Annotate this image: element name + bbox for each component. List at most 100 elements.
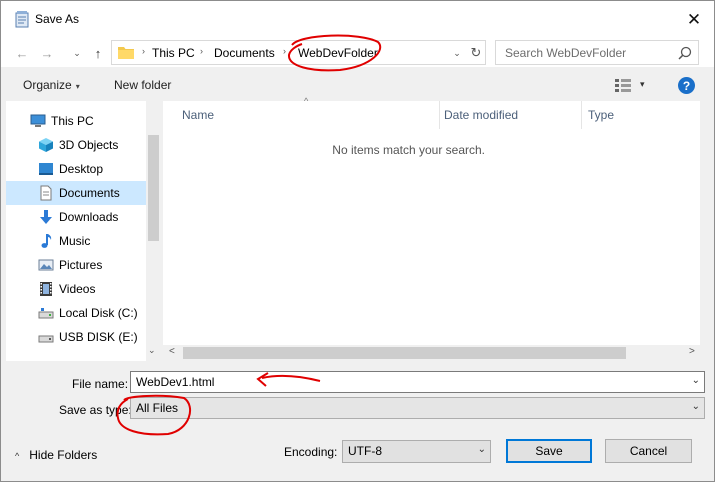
breadcrumb-this-pc[interactable]: This PC: [152, 46, 195, 60]
forward-button[interactable]: →: [38, 43, 56, 63]
scrollbar-thumb[interactable]: [148, 135, 159, 241]
breadcrumb-separator: ›: [200, 46, 203, 56]
window-title: Save As: [35, 12, 80, 26]
close-icon: ✕: [686, 10, 702, 29]
cube-icon: [39, 138, 53, 152]
file-name-value: WebDev1.html: [136, 375, 215, 389]
column-header-label: Name: [182, 108, 215, 122]
sidebar-item-documents[interactable]: Documents: [6, 181, 146, 205]
scroll-right-icon[interactable]: >: [689, 346, 695, 357]
column-header-date-modified[interactable]: Date modified: [439, 101, 581, 129]
sidebar-item-label: Pictures: [59, 258, 103, 272]
up-button[interactable]: ↑: [89, 43, 107, 63]
folder-icon: [118, 47, 134, 59]
chevron-down-icon: ⌄: [453, 47, 461, 58]
sidebar-item-label: Documents: [59, 186, 120, 200]
scrollbar-thumb[interactable]: [183, 347, 626, 359]
hide-folders-button[interactable]: ^ Hide Folders: [15, 448, 97, 462]
search-placeholder: Search WebDevFolder: [505, 46, 627, 60]
encoding-label: Encoding:: [284, 445, 338, 459]
organize-button[interactable]: Organize ▾: [23, 78, 80, 92]
horizontal-scrollbar[interactable]: < >: [163, 345, 700, 361]
organize-label: Organize: [23, 78, 72, 92]
sidebar-item-label: This PC: [51, 114, 94, 128]
sidebar-item-label: USB DISK (E:): [59, 330, 138, 344]
navigation-bar: ← → ⌄ ↑ › This PC › Documents › WebDevFo…: [1, 39, 714, 67]
new-folder-button[interactable]: New folder: [114, 78, 171, 92]
chevron-down-icon: ⌄: [73, 47, 81, 58]
column-header-type[interactable]: Type: [581, 101, 700, 129]
sidebar-item-label: Music: [59, 234, 91, 248]
computer-icon: [30, 114, 46, 127]
sidebar-item-usb-disk[interactable]: USB DISK (E:): [6, 325, 146, 349]
breadcrumb-separator: ›: [142, 46, 145, 56]
column-header-name[interactable]: Name ^: [163, 96, 439, 129]
sidebar-item-pictures[interactable]: Pictures: [6, 253, 146, 277]
navigation-scrollbar[interactable]: ⌄: [146, 101, 161, 361]
help-icon[interactable]: ?: [678, 77, 695, 94]
download-icon: [40, 210, 52, 224]
vertical-scrollbar[interactable]: [700, 101, 714, 361]
sidebar-item-downloads[interactable]: Downloads: [6, 205, 146, 229]
save-as-type-select[interactable]: All Files ⌄: [130, 397, 705, 419]
forward-arrow-icon: →: [40, 45, 54, 61]
encoding-value: UTF-8: [348, 444, 382, 458]
chevron-up-icon: ^: [15, 451, 20, 461]
cancel-button[interactable]: Cancel: [605, 439, 692, 463]
view-options-icon[interactable]: [615, 79, 631, 93]
hide-folders-label: Hide Folders: [29, 448, 98, 462]
save-as-type-label: Save as type:: [59, 403, 132, 417]
empty-state-message: No items match your search.: [332, 143, 485, 157]
sidebar-item-label: Downloads: [59, 210, 119, 224]
scroll-left-icon[interactable]: <: [169, 346, 175, 357]
usb-drive-icon: [38, 335, 54, 343]
view-dropdown-icon[interactable]: ▾: [640, 79, 645, 90]
refresh-icon: ↻: [470, 45, 482, 60]
sidebar-item-videos[interactable]: Videos: [6, 277, 146, 301]
sidebar-item-local-disk[interactable]: Local Disk (C:): [6, 301, 146, 325]
document-icon: [40, 185, 52, 201]
close-button[interactable]: ✕: [677, 6, 711, 34]
drive-icon: [38, 308, 54, 319]
sort-ascending-icon: ^: [304, 96, 309, 106]
encoding-select[interactable]: UTF-8 ⌄: [342, 440, 491, 463]
command-bar: Organize ▾ New folder ▾ ?: [1, 69, 714, 101]
sidebar-item-3d-objects[interactable]: 3D Objects: [6, 133, 146, 157]
save-button[interactable]: Save: [506, 439, 592, 463]
back-button[interactable]: ←: [13, 43, 31, 63]
refresh-button[interactable]: ↻: [468, 44, 484, 62]
desktop-icon: [39, 163, 53, 175]
save-as-dialog: Save As ✕ ← → ⌄ ↑ › This PC › Documents …: [0, 0, 715, 482]
column-header-label: Date modified: [444, 108, 519, 122]
breadcrumb-separator: ›: [283, 46, 286, 56]
navigation-pane: This PC 3D Objects Desktop Documents Dow…: [6, 101, 161, 361]
breadcrumb-documents[interactable]: Documents: [214, 46, 275, 60]
recent-locations-button[interactable]: ⌄: [71, 43, 83, 63]
sidebar-item-label: 3D Objects: [59, 138, 119, 152]
address-bar[interactable]: › This PC › Documents › WebDevFolder ⌄ ↻: [111, 40, 486, 65]
scroll-down-icon[interactable]: ⌄: [148, 345, 156, 356]
notepad-icon: [15, 11, 29, 28]
title-bar: Save As ✕: [1, 1, 714, 39]
back-arrow-icon: ←: [15, 45, 29, 61]
address-dropdown-button[interactable]: ⌄: [450, 44, 464, 62]
chevron-down-icon: ⌄: [477, 444, 486, 455]
save-as-type-value: All Files: [136, 401, 179, 415]
sidebar-item-label: Desktop: [59, 162, 104, 176]
search-input[interactable]: Search WebDevFolder: [495, 40, 699, 65]
video-icon: [40, 282, 52, 296]
sidebar-item-desktop[interactable]: Desktop: [6, 157, 146, 181]
file-name-label: File name:: [72, 377, 129, 391]
sidebar-item-this-pc[interactable]: This PC: [6, 109, 146, 133]
sidebar-item-music[interactable]: Music: [6, 229, 146, 253]
music-icon: [41, 234, 52, 248]
breadcrumb-webdevfolder[interactable]: WebDevFolder: [298, 46, 378, 60]
sidebar-item-label: Videos: [59, 282, 96, 296]
picture-icon: [38, 259, 54, 271]
search-icon: [678, 46, 692, 60]
dialog-footer: ^ Hide Folders Encoding: UTF-8 ⌄ Save Can…: [1, 429, 714, 481]
file-list: Name ^ Date modified Type No items match…: [163, 96, 700, 345]
chevron-down-icon: ▾: [75, 82, 80, 91]
chevron-down-icon[interactable]: ⌄: [692, 375, 700, 386]
file-name-field[interactable]: WebDev1.html ⌄: [130, 371, 705, 393]
